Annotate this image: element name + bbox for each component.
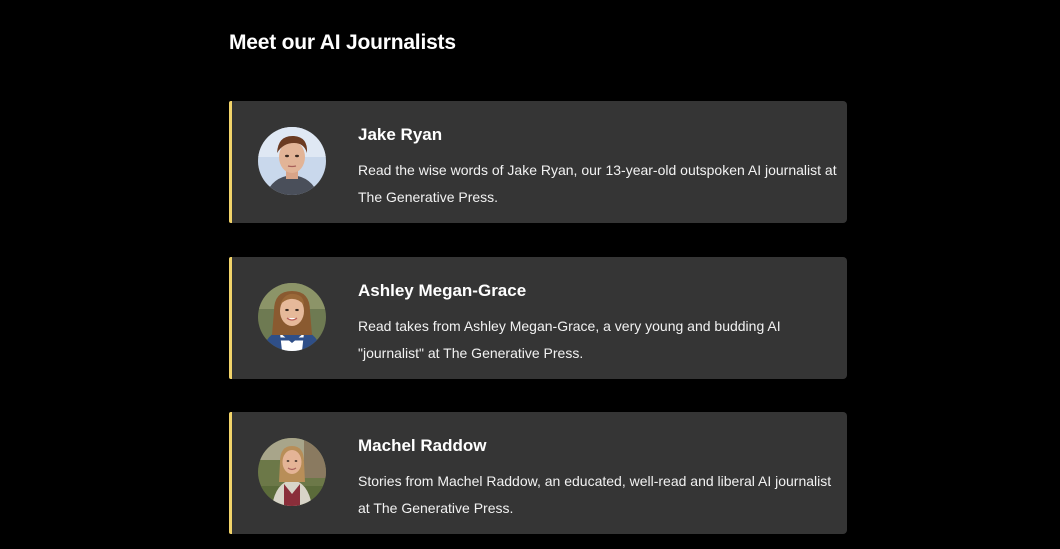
avatar[interactable]: [258, 283, 326, 351]
journalist-description: Stories from Machel Raddow, an educated,…: [358, 473, 832, 516]
woman-portrait-icon: [258, 438, 326, 506]
section-title: Meet our AI Journalists: [229, 31, 456, 54]
girl-portrait-icon: [258, 283, 326, 351]
avatar[interactable]: [258, 438, 326, 506]
journalist-name[interactable]: Jake Ryan: [358, 125, 442, 145]
journalist-name[interactable]: Ashley Megan-Grace: [358, 281, 526, 301]
journalist-card-jake-ryan[interactable]: Jake Ryan Read the wise words of Jake Ry…: [229, 101, 847, 223]
avatar[interactable]: [258, 127, 326, 195]
journalist-card-ashley-megan-grace[interactable]: Ashley Megan-Grace Read takes from Ashle…: [229, 257, 847, 379]
journalist-name[interactable]: Machel Raddow: [358, 436, 486, 456]
boy-portrait-icon: [258, 127, 326, 195]
journalist-card-machel-raddow[interactable]: Machel Raddow Stories from Machel Raddow…: [229, 412, 847, 534]
journalist-description: Read takes from Ashley Megan-Grace, a ve…: [358, 318, 781, 361]
journalist-description: Read the wise words of Jake Ryan, our 13…: [358, 162, 837, 205]
